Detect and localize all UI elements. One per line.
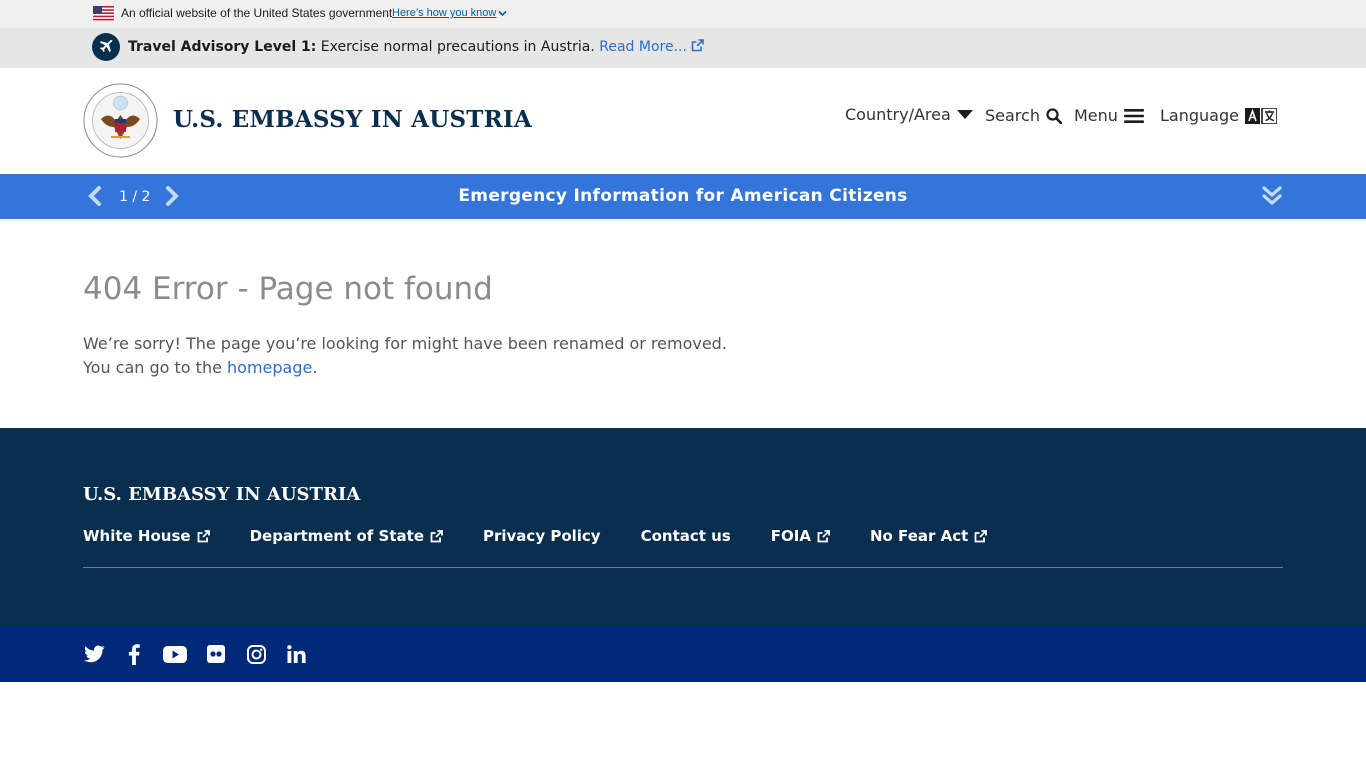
search-button[interactable]: Search [985,106,1062,125]
caret-down-icon [956,109,973,119]
site-header: U.S. EMBASSY IN AUSTRIA Country/Area Sea… [0,68,1366,174]
footer-link-white-house[interactable]: White House [83,527,210,545]
language-icon [1244,107,1277,124]
language-button[interactable]: Language [1160,106,1277,125]
error-message: We’re sorry! The page you’re looking for… [83,334,727,353]
advisory-message: Exercise normal precautions in Austria. [316,39,600,55]
search-label: Search [985,106,1040,125]
double-chevron-down-icon[interactable] [1261,185,1283,207]
advisory-text: Travel Advisory Level 1: Exercise normal… [128,39,705,55]
social-icons [83,643,307,665]
footer-divider [83,567,1283,568]
linkedin-icon[interactable] [285,643,307,665]
external-link-icon [197,529,210,542]
footer-link-label: Department of State [249,527,424,545]
footer-link-label: No Fear Act [869,527,969,545]
twitter-icon[interactable] [83,643,105,665]
external-link-icon [430,529,443,542]
travel-advisory-bar: Travel Advisory Level 1: Exercise normal… [0,28,1366,68]
youtube-icon[interactable] [163,643,187,665]
gov-banner-text: An official website of the United States… [121,6,393,20]
embassy-seal-logo[interactable] [83,83,158,158]
language-label: Language [1160,106,1239,125]
us-flag-icon [93,6,114,21]
search-icon [1046,107,1062,124]
external-link-icon [817,529,830,542]
homepage-suggestion: You can go to the homepage. [83,358,317,377]
hamburger-icon [1123,108,1144,123]
menu-label: Menu [1074,106,1118,125]
footer-link-foia[interactable]: FOIA [771,527,830,545]
footer-link-label: Privacy Policy [483,527,601,545]
facebook-icon[interactable] [123,643,145,665]
emergency-info-bar: 1 / 2 Emergency Information for American… [0,174,1366,219]
site-title[interactable]: U.S. EMBASSY IN AUSTRIA [173,106,532,133]
heres-how-you-know-link[interactable]: Here’s how you know [392,7,507,19]
footer-link-label: FOIA [770,527,811,545]
footer-title: U.S. EMBASSY IN AUSTRIA [83,484,361,505]
footer-link-no-fear-act[interactable]: No Fear Act [869,527,988,545]
advisory-level: Travel Advisory Level 1: [128,39,317,55]
external-link-icon [974,529,988,542]
homepage-suggestion-suffix: . [312,358,318,377]
country-area-label: Country/Area [845,105,951,124]
chevron-down-icon [498,10,507,16]
menu-button[interactable]: Menu [1074,106,1144,125]
advisory-read-more-link[interactable]: Read More... [599,39,705,55]
emergency-info-title[interactable]: Emergency Information for American Citiz… [0,186,1366,206]
footer-link-label: Contact us [640,527,731,545]
footer-link-department-of-state[interactable]: Department of State [250,527,443,545]
read-more-label: Read More... [599,39,687,55]
instagram-icon[interactable] [245,643,267,665]
social-media-bar [0,626,1366,682]
footer-links: White House Department of State Privacy … [83,527,988,545]
external-link-icon [692,39,705,52]
footer-link-label: White House [83,527,191,545]
footer-link-contact-us[interactable]: Contact us [641,527,731,545]
page-title: 404 Error - Page not found [83,271,493,307]
airplane-icon [92,33,120,61]
homepage-link[interactable]: homepage [227,358,312,377]
site-footer: U.S. EMBASSY IN AUSTRIA White House Depa… [0,428,1366,626]
country-area-dropdown[interactable]: Country/Area [845,105,973,124]
footer-link-privacy-policy[interactable]: Privacy Policy [483,527,601,545]
homepage-suggestion-prefix: You can go to the [83,358,228,377]
heres-how-you-know-label: Here’s how you know [392,7,497,19]
flickr-icon[interactable] [205,643,227,665]
gov-banner: An official website of the United States… [0,0,1366,28]
